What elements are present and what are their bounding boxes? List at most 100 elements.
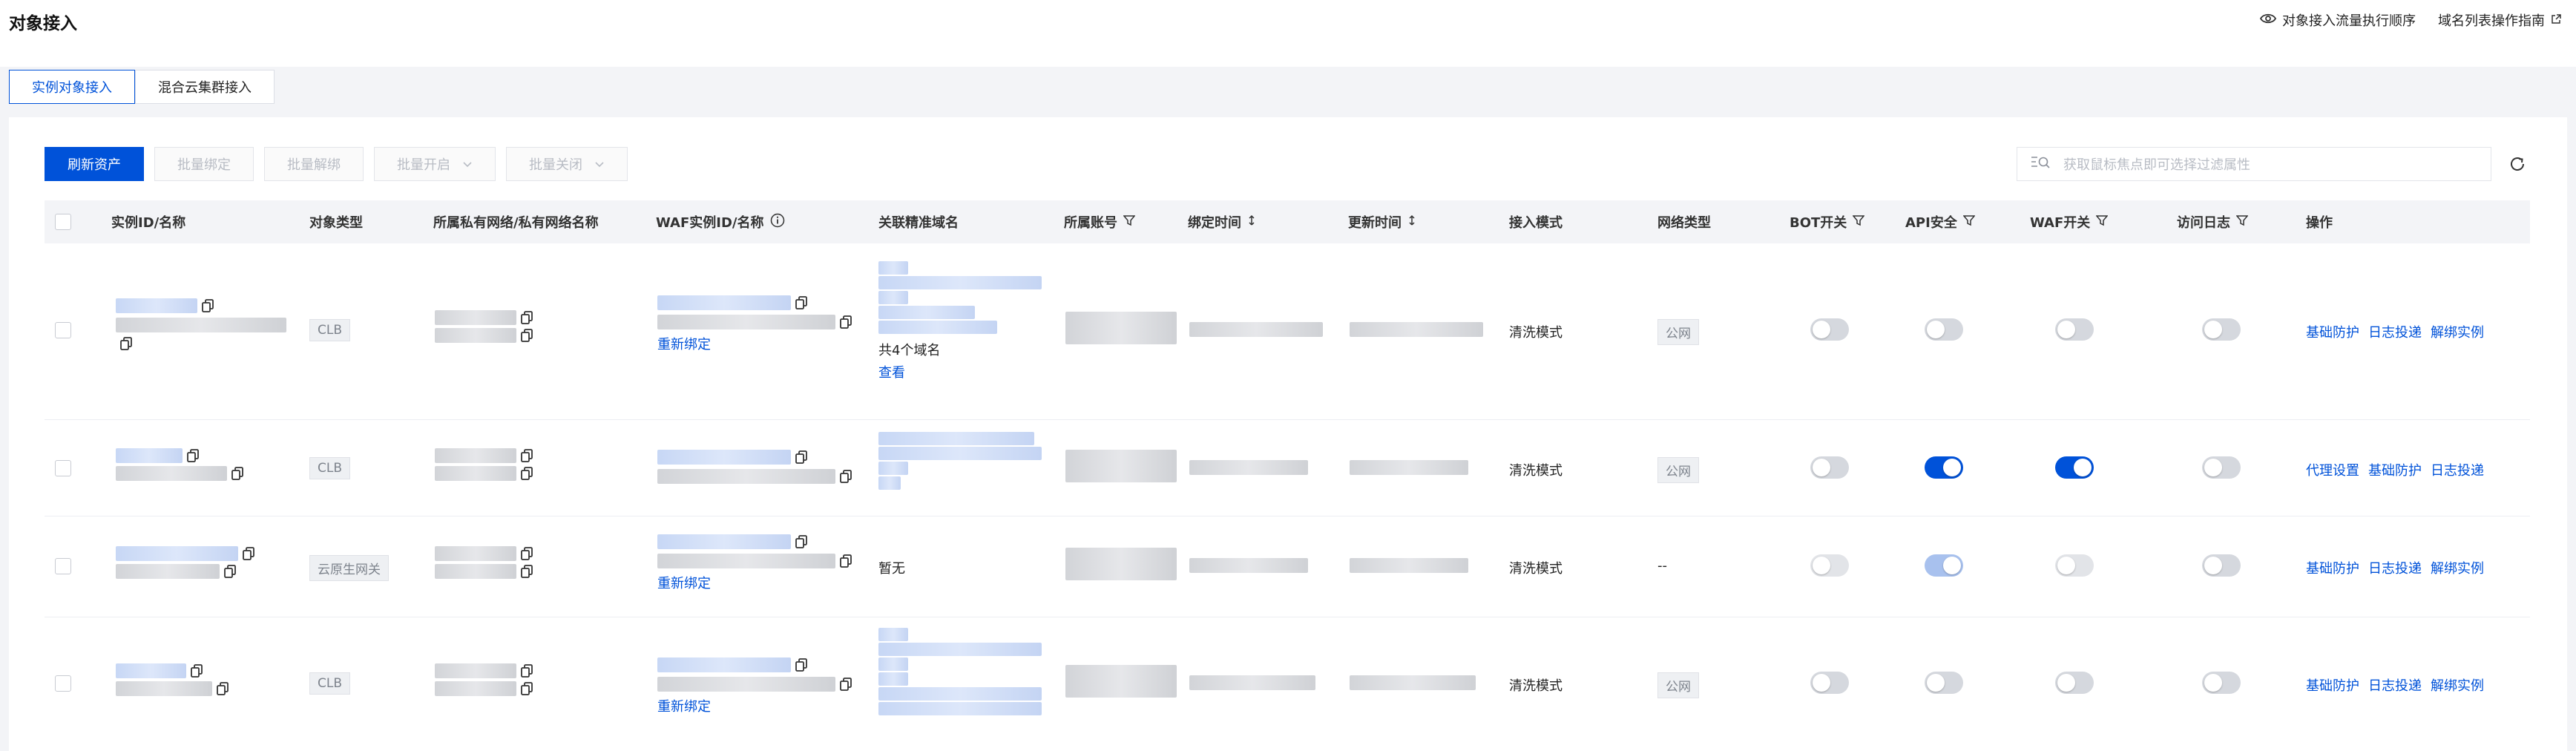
redacted-domain [878,447,1042,460]
table-row: 云原生网关 重新绑定 暂无 清洗模式 -- 基础防护 日志投递 解绑实例 [45,516,2530,617]
copy-icon[interactable] [521,565,533,578]
refresh-assets-button[interactable]: 刷新资产 [45,147,144,181]
copy-icon[interactable] [120,337,132,350]
redacted-update-time [1350,322,1483,337]
domain-cell: 共4个域名 查看 [878,261,1049,381]
log-toggle[interactable] [2202,554,2241,577]
view-domains-link[interactable]: 查看 [878,362,1049,381]
copy-icon[interactable] [521,449,533,462]
th-account-label: 所属账号 [1064,215,1117,231]
log-toggle[interactable] [2202,456,2241,479]
filter-icon[interactable] [1123,214,1135,230]
bot-toggle[interactable] [1810,554,1849,577]
filter-icon[interactable] [2236,214,2248,230]
copy-icon[interactable] [840,470,852,483]
copy-icon[interactable] [795,450,807,464]
row-checkbox[interactable] [55,675,71,692]
bot-toggle[interactable] [1810,672,1849,694]
copy-icon[interactable] [795,535,807,548]
row-checkbox[interactable] [55,322,71,338]
bot-toggle[interactable] [1810,456,1849,479]
log-delivery-link[interactable]: 日志投递 [2368,558,2422,577]
basic-protection-link[interactable]: 基础防护 [2306,322,2359,341]
filter-icon[interactable] [1853,214,1865,230]
toggle-knob [1927,321,1945,338]
copy-icon[interactable] [521,329,533,342]
filter-search-icon [2031,155,2050,174]
copy-icon[interactable] [191,664,203,678]
sort-icon[interactable] [1247,214,1256,230]
copy-icon[interactable] [231,467,243,480]
copy-icon[interactable] [521,311,533,324]
copy-icon[interactable] [243,547,254,560]
redacted-domain [878,702,1042,715]
rebind-link[interactable]: 重新绑定 [657,696,865,715]
copy-icon[interactable] [521,467,533,480]
filter-search-input[interactable]: 获取鼠标焦点即可选择过滤属性 [2017,147,2491,181]
waf-toggle[interactable] [2055,456,2094,479]
rebind-link[interactable]: 重新绑定 [657,573,865,592]
copy-icon[interactable] [795,658,807,672]
unbind-instance-link[interactable]: 解绑实例 [2431,322,2484,341]
copy-icon[interactable] [840,678,852,691]
mode-text: 清洗模式 [1509,678,1563,694]
api-toggle[interactable] [1925,554,1963,577]
redacted-domain [878,657,908,671]
api-toggle[interactable] [1925,318,1963,341]
table-refresh-icon[interactable] [2506,153,2529,175]
th-network: 网络类型 [1657,215,1711,231]
traffic-order-link[interactable]: 对象接入流量执行顺序 [2259,10,2416,30]
proxy-settings-link[interactable]: 代理设置 [2306,460,2359,479]
domain-guide-link[interactable]: 域名列表操作指南 [2438,10,2561,30]
waf-toggle[interactable] [2055,554,2094,577]
waf-toggle[interactable] [2055,672,2094,694]
waf-instance-cell [657,450,865,484]
top-links: 对象接入流量执行顺序 域名列表操作指南 [2259,10,2561,30]
copy-icon[interactable] [187,449,199,462]
bot-toggle[interactable] [1810,318,1849,341]
copy-icon[interactable] [521,682,533,695]
waf-instance-cell: 重新绑定 [657,295,865,353]
copy-icon[interactable] [224,565,236,578]
waf-toggle[interactable] [2055,318,2094,341]
batch-unbind-button[interactable]: 批量解绑 [264,147,364,181]
redacted-bind-time [1189,322,1323,337]
filter-icon[interactable] [2096,214,2109,230]
sort-icon[interactable] [1407,214,1416,230]
copy-icon[interactable] [521,664,533,678]
filter-icon[interactable] [1963,214,1975,230]
api-toggle[interactable] [1925,672,1963,694]
log-delivery-link[interactable]: 日志投递 [2368,675,2422,695]
row-checkbox[interactable] [55,558,71,574]
batch-disable-dropdown[interactable]: 批量关闭 [506,147,628,181]
copy-icon[interactable] [202,299,214,312]
rebind-link[interactable]: 重新绑定 [657,334,865,353]
copy-icon[interactable] [795,296,807,309]
redacted-vpc-name [435,681,516,696]
batch-bind-button[interactable]: 批量绑定 [154,147,254,181]
log-toggle[interactable] [2202,672,2241,694]
tab-instance-access[interactable]: 实例对象接入 [9,70,135,104]
basic-protection-link[interactable]: 基础防护 [2306,675,2359,695]
tab-hybrid-cluster[interactable]: 混合云集群接入 [135,70,275,104]
basic-protection-link[interactable]: 基础防护 [2368,460,2422,479]
select-all-checkbox[interactable] [55,214,71,230]
copy-icon[interactable] [840,554,852,568]
api-toggle[interactable] [1925,456,1963,479]
basic-protection-link[interactable]: 基础防护 [2306,558,2359,577]
copy-icon[interactable] [217,682,229,695]
redacted-waf-id [657,450,791,465]
copy-icon[interactable] [840,315,852,329]
th-bind-time: 绑定时间 [1188,200,1256,243]
unbind-instance-link[interactable]: 解绑实例 [2431,558,2484,577]
log-toggle[interactable] [2202,318,2241,341]
log-delivery-link[interactable]: 日志投递 [2368,322,2422,341]
unbind-instance-link[interactable]: 解绑实例 [2431,675,2484,695]
domain-guide-label: 域名列表操作指南 [2438,13,2545,29]
toggle-knob [2204,557,2222,574]
row-checkbox[interactable] [55,460,71,476]
info-icon[interactable] [770,213,785,232]
log-delivery-link[interactable]: 日志投递 [2431,460,2484,479]
copy-icon[interactable] [521,547,533,560]
batch-enable-dropdown[interactable]: 批量开启 [374,147,496,181]
